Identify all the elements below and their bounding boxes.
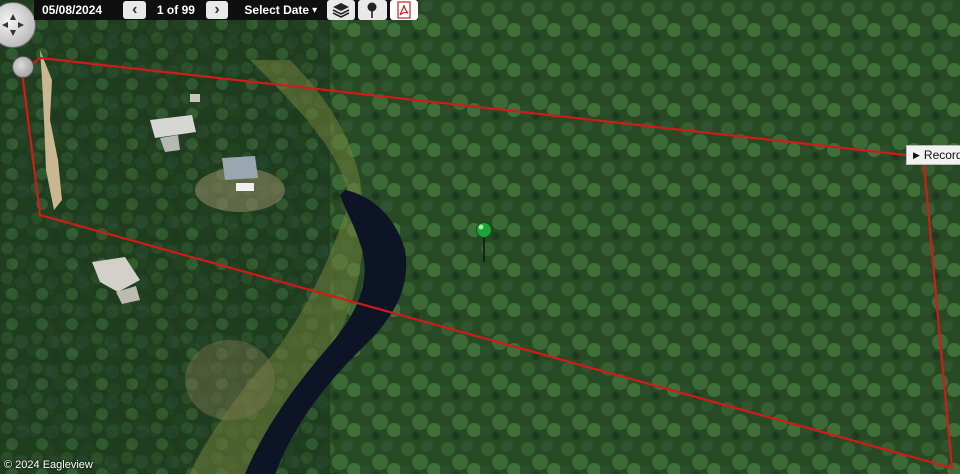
chevron-down-icon: ▾ — [312, 4, 318, 16]
select-date-label: Select Date — [244, 3, 310, 17]
records-panel-tab[interactable]: ▶ Record — [906, 145, 960, 165]
image-counter: 1 of 99 — [156, 3, 195, 17]
rotate-button[interactable] — [12, 56, 34, 78]
previous-image-button[interactable]: ‹ — [123, 1, 147, 19]
pushpin-button[interactable] — [358, 0, 387, 20]
layers-icon — [332, 3, 350, 18]
pdf-export-button[interactable] — [389, 0, 418, 20]
imagery-toolbar: 05/08/2024 ‹ 1 of 99 › Select Date ▾ — [34, 0, 418, 20]
records-label: Record — [923, 148, 960, 162]
aerial-map[interactable] — [0, 0, 960, 474]
expand-arrow-icon: ▶ — [913, 149, 920, 160]
image-date: 05/08/2024 — [42, 3, 103, 17]
imagery-copyright: © 2024 Eagleview — [4, 459, 93, 471]
chevron-left-icon: ‹ — [132, 1, 138, 18]
select-date-dropdown[interactable]: Select Date ▾ — [244, 3, 323, 17]
layers-button[interactable] — [326, 0, 356, 20]
next-image-button[interactable]: › — [205, 1, 229, 19]
chevron-right-icon: › — [214, 1, 220, 18]
pan-arrows-icon — [2, 14, 24, 36]
pdf-icon — [397, 1, 411, 19]
pushpin-icon — [367, 2, 377, 18]
